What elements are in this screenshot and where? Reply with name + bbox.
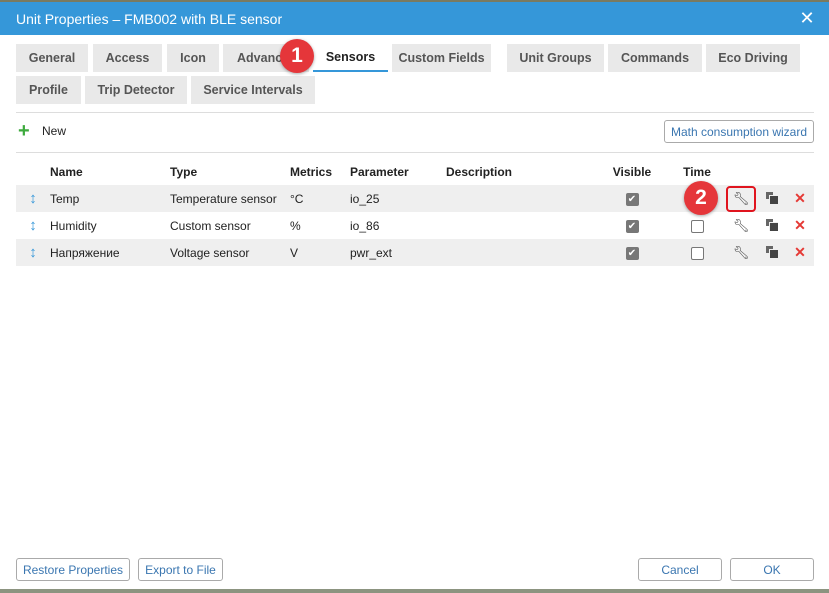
export-to-file-button[interactable]: Export to File <box>138 558 223 581</box>
copy-icon[interactable] <box>765 218 778 231</box>
col-copy <box>756 159 786 185</box>
tab-custom-fields[interactable]: Custom Fields <box>392 44 491 72</box>
visible-checkbox[interactable]: ✔ <box>625 246 639 260</box>
col-edit <box>726 159 756 185</box>
sensor-type: Voltage sensor <box>170 239 290 266</box>
wrench-icon: 🔧︎ <box>732 190 750 206</box>
tab-general[interactable]: General <box>16 44 88 72</box>
delete-icon[interactable]: ✕ <box>794 217 806 233</box>
tab-sensors[interactable]: Sensors <box>313 44 388 72</box>
background-map-bottom <box>0 589 829 593</box>
wrench-icon[interactable]: 🔧︎ <box>733 245 750 260</box>
restore-properties-button[interactable]: Restore Properties <box>16 558 130 581</box>
tab-profile[interactable]: Profile <box>16 76 81 104</box>
copy-icon[interactable] <box>765 191 778 204</box>
plus-icon: + <box>18 120 30 142</box>
drag-handle-icon[interactable]: ↕ <box>16 185 50 212</box>
col-description: Description <box>446 165 513 179</box>
sensor-metrics: °C <box>290 185 350 212</box>
tab-trip-detector[interactable]: Trip Detector <box>85 76 187 104</box>
annotation-badge-1: 1 <box>280 39 314 73</box>
sensor-description <box>446 239 596 266</box>
ok-button[interactable]: OK <box>730 558 814 581</box>
tab-eco-driving[interactable]: Eco Driving <box>706 44 800 72</box>
sensor-name: Humidity <box>50 218 97 233</box>
col-drag <box>16 159 50 185</box>
col-parameter: Parameter <box>350 165 409 179</box>
sensor-type: Custom sensor <box>170 218 251 233</box>
close-icon[interactable]: ✕ <box>798 9 816 27</box>
drag-handle-icon[interactable]: ↕ <box>16 212 50 239</box>
col-delete <box>786 159 814 185</box>
visible-checkbox[interactable]: ✔ <box>625 192 639 206</box>
math-consumption-wizard-button[interactable]: Math consumption wizard <box>664 120 814 143</box>
table-row: ↕ Humidity Custom sensor % io_86 ✔ 🔧︎ ✕ <box>16 212 814 239</box>
cancel-button[interactable]: Cancel <box>638 558 722 581</box>
sensor-description <box>446 212 596 239</box>
delete-icon[interactable]: ✕ <box>794 244 806 260</box>
tab-icon[interactable]: Icon <box>167 44 219 72</box>
unit-properties-dialog: Unit Properties – FMB002 with BLE sensor… <box>0 2 829 589</box>
tab-unit-groups[interactable]: Unit Groups <box>507 44 604 72</box>
col-metrics: Metrics <box>290 165 333 179</box>
table-row: ↕ Напряжение Voltage sensor V pwr_ext ✔ … <box>16 239 814 266</box>
tab-commands[interactable]: Commands <box>608 44 702 72</box>
dialog-title: Unit Properties – FMB002 with BLE sensor <box>16 10 283 27</box>
wrench-icon[interactable]: 🔧︎ <box>733 218 750 233</box>
sensor-metrics: % <box>290 218 301 233</box>
new-label: New <box>42 124 67 138</box>
col-type: Type <box>170 165 198 179</box>
sensor-parameter: io_86 <box>350 218 380 233</box>
sensor-name: Напряжение <box>50 239 170 266</box>
new-sensor-button[interactable]: + New <box>18 120 67 142</box>
visible-checkbox[interactable]: ✔ <box>625 219 639 233</box>
title-bar: Unit Properties – FMB002 with BLE sensor… <box>0 2 829 35</box>
time-checkbox[interactable] <box>690 246 704 260</box>
sensor-type: Temperature sensor <box>170 185 290 212</box>
col-visible: Visible <box>612 165 652 179</box>
sensor-description <box>446 185 596 212</box>
col-name: Name <box>50 165 83 179</box>
drag-handle-icon[interactable]: ↕ <box>16 239 50 266</box>
time-checkbox[interactable] <box>690 219 704 233</box>
edit-sensor-button[interactable]: 🔧︎ <box>726 185 756 212</box>
sensor-parameter: pwr_ext <box>350 239 446 266</box>
sensor-parameter: io_25 <box>350 185 446 212</box>
copy-icon[interactable] <box>765 245 778 258</box>
annotation-badge-2: 2 <box>684 181 718 215</box>
divider <box>16 152 814 153</box>
sensor-name: Temp <box>50 185 170 212</box>
tab-access[interactable]: Access <box>93 44 162 72</box>
tab-service-intervals[interactable]: Service Intervals <box>191 76 315 104</box>
sensor-metrics: V <box>290 239 350 266</box>
delete-icon[interactable]: ✕ <box>794 190 806 206</box>
divider <box>16 112 814 113</box>
